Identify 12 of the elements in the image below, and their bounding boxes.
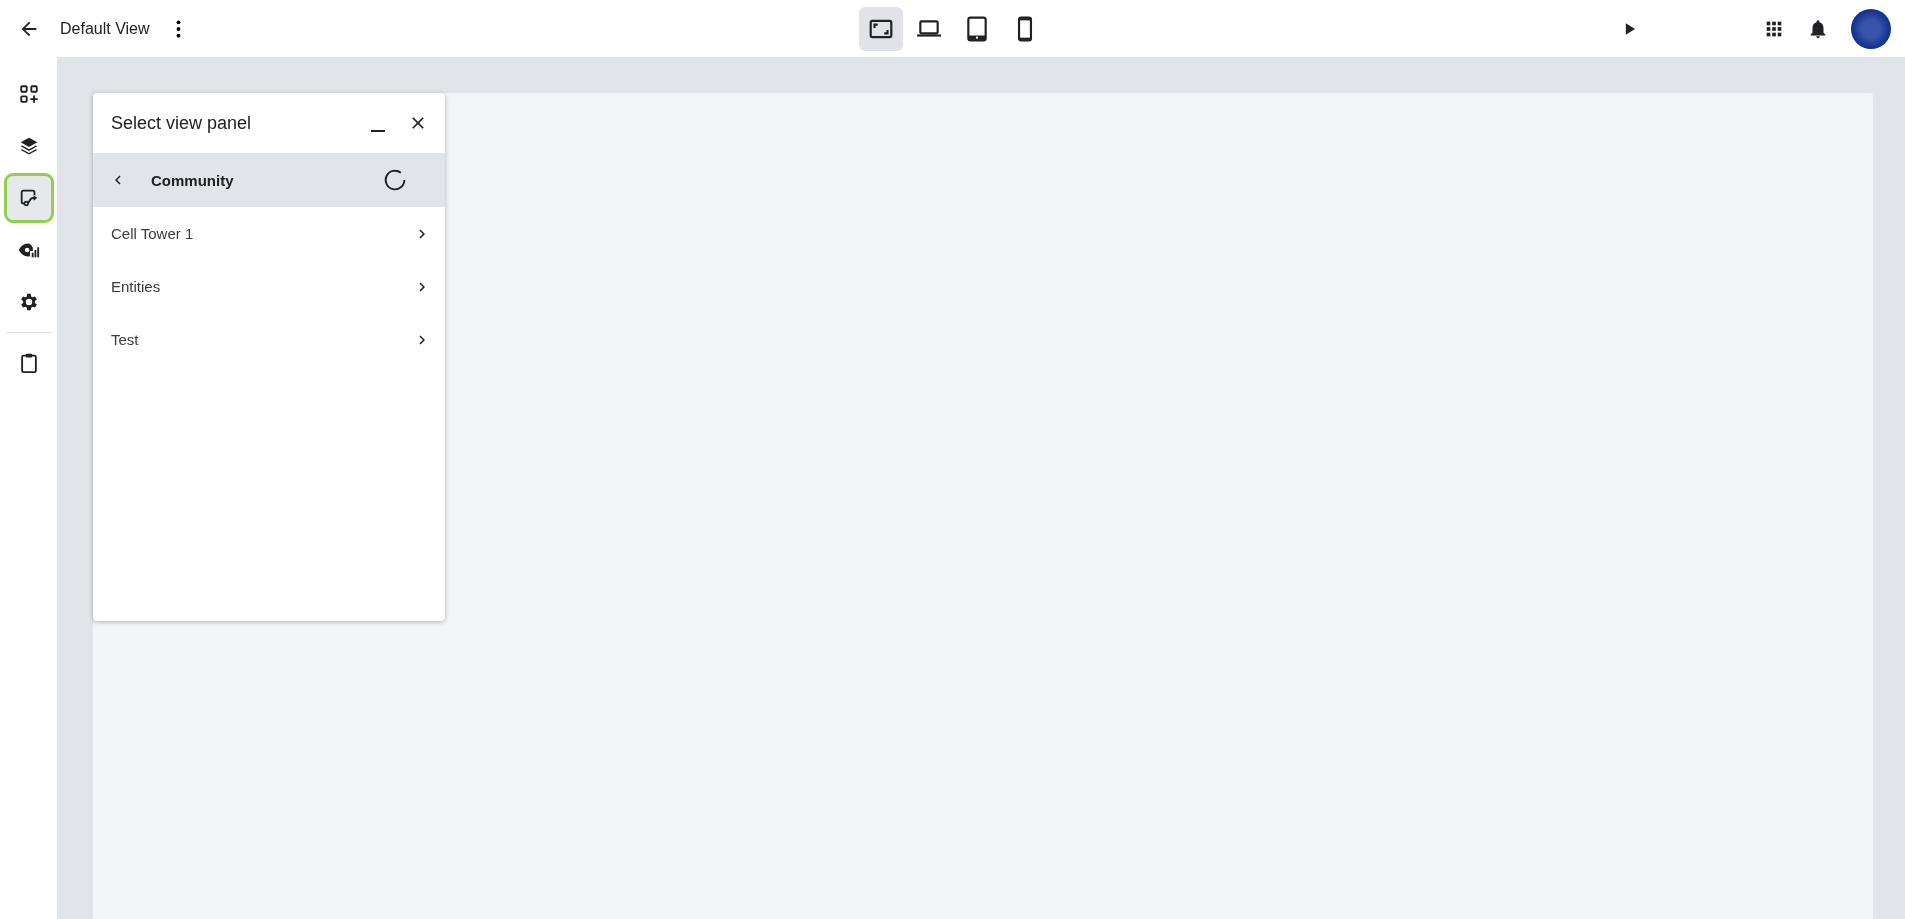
breadcrumb-label: Community (151, 171, 235, 189)
device-view-button[interactable] (858, 6, 903, 51)
minimize-icon (371, 130, 385, 132)
panel-list-item[interactable]: Test (93, 313, 445, 366)
sidebar-tool-button[interactable] (6, 176, 51, 220)
user-avatar[interactable] (1851, 8, 1891, 49)
panel-list-item[interactable]: Entities (93, 260, 445, 313)
more-icon (176, 19, 182, 38)
widgets-icon (17, 83, 40, 105)
panel-list-item[interactable]: Cell Tower 1 (93, 207, 445, 260)
panel-title: Select view panel (111, 112, 253, 134)
view-title: Default View (60, 19, 150, 38)
